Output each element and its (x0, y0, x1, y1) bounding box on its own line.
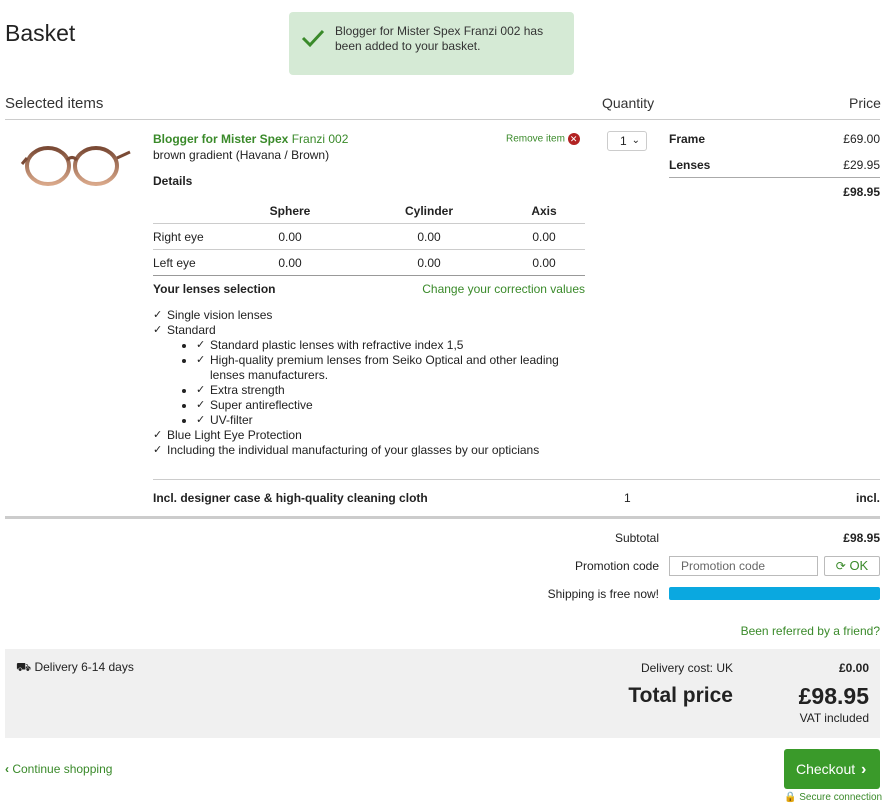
standard-item: Extra strength (196, 383, 583, 398)
left-eye-label: Left eye (153, 256, 196, 270)
feature-standard: Standard Standard plastic lenses with re… (153, 323, 583, 428)
product-model[interactable]: Franzi 002 (292, 132, 349, 146)
extras-label: Incl. designer case & high-quality clean… (153, 491, 428, 505)
quantity-select[interactable]: 1 ⌄ (607, 131, 647, 151)
lock-icon: 🔒 (784, 792, 797, 803)
lenses-selection-heading: Your lenses selection (153, 282, 276, 296)
lens-features-list: Single vision lenses Standard Standard p… (153, 308, 583, 458)
referred-friend-link[interactable]: Been referred by a friend? (700, 624, 880, 638)
feature-manufacturing: Including the individual manufacturing o… (153, 443, 583, 458)
vat-note: VAT included (799, 711, 869, 725)
cylinder-column-header: Cylinder (404, 204, 453, 218)
feature-standard-label: Standard (167, 323, 216, 337)
chevron-down-icon: ⌄ (631, 135, 640, 146)
promo-ok-button[interactable]: ⟳ OK (824, 556, 880, 576)
truck-icon: ⛟ (16, 660, 32, 674)
left-eye-cylinder: 0.00 (417, 256, 441, 270)
continue-shopping-label: Continue shopping (12, 762, 113, 776)
quantity-heading: Quantity (602, 95, 655, 111)
promo-label: Promotion code (574, 559, 659, 573)
frame-label: Frame (669, 132, 706, 146)
refresh-icon: ⟳ (835, 559, 846, 573)
subtotal-label: Subtotal (614, 531, 659, 545)
shipping-label: Shipping is free now! (547, 587, 659, 601)
chevron-left-icon: ‹ (5, 762, 9, 776)
continue-shopping-link[interactable]: ‹ Continue shopping (5, 762, 112, 776)
checkout-label: Checkout (796, 761, 856, 777)
divider (5, 119, 880, 120)
sphere-column-header: Sphere (269, 204, 311, 218)
change-correction-link[interactable]: Change your correction values (380, 282, 585, 296)
table-divider (153, 249, 585, 250)
page-title: Basket (5, 20, 76, 46)
section-divider (5, 516, 880, 519)
right-eye-cylinder: 0.00 (417, 230, 441, 244)
checkmark-icon (301, 29, 325, 48)
total-price-value: £98.95 (798, 683, 869, 709)
details-heading: Details (153, 174, 193, 188)
product-image[interactable] (20, 140, 132, 194)
right-eye-axis: 0.00 (532, 230, 556, 244)
extras-quantity: 1 (624, 491, 631, 505)
added-to-basket-notification: Blogger for Mister Spex Franzi 002 has b… (289, 12, 574, 75)
checkout-button[interactable]: Checkout › (784, 749, 880, 789)
promo-ok-label: OK (849, 558, 869, 573)
shipping-progress-bar (669, 587, 880, 600)
axis-column-header: Axis (531, 204, 557, 218)
price-divider (669, 177, 880, 178)
price-heading: Price (849, 95, 881, 111)
left-eye-sphere: 0.00 (278, 256, 302, 270)
delivery-cost-value: £0.00 (838, 661, 869, 675)
secure-connection-label: Secure connection (799, 792, 883, 803)
feature-single-vision: Single vision lenses (153, 308, 583, 323)
standard-item: High-quality premium lenses from Seiko O… (196, 353, 583, 383)
total-price-label: Total price (628, 684, 733, 707)
lenses-label: Lenses (669, 158, 711, 172)
delivery-cost-label: Delivery cost: UK (640, 661, 733, 675)
standard-item: Super antireflective (196, 398, 583, 413)
product-color: brown gradient (Havana / Brown) (153, 148, 330, 162)
left-eye-axis: 0.00 (532, 256, 556, 270)
selected-items-heading: Selected items (5, 95, 104, 112)
promo-code-input[interactable] (669, 556, 818, 576)
frame-price: £69.00 (843, 132, 880, 146)
table-divider (153, 223, 585, 224)
order-summary (5, 649, 880, 738)
secure-connection: 🔒 Secure connection (784, 792, 882, 803)
notification-message: Blogger for Mister Spex Franzi 002 has b… (335, 24, 544, 53)
delivery-label: Delivery 6-14 days (34, 660, 134, 674)
lenses-price: £29.95 (843, 158, 880, 172)
delivery-info: ⛟ Delivery 6-14 days (16, 660, 134, 676)
standard-item: Standard plastic lenses with refractive … (196, 338, 583, 353)
remove-icon: ✕ (567, 133, 580, 145)
right-eye-label: Right eye (153, 230, 204, 244)
divider (153, 479, 880, 480)
subtotal-value: £98.95 (843, 531, 880, 545)
chevron-right-icon: › (861, 761, 867, 778)
feature-blue-light: Blue Light Eye Protection (153, 428, 583, 443)
quantity-value: 1 (620, 134, 627, 148)
right-eye-sphere: 0.00 (278, 230, 302, 244)
extras-price: incl. (855, 491, 880, 505)
remove-item-label: Remove item (506, 133, 565, 145)
product-name[interactable]: Blogger for Mister Spex Franzi 002 (153, 132, 348, 146)
item-total-price: £98.95 (843, 185, 880, 199)
remove-item-button[interactable]: Remove item ✕ (506, 133, 580, 145)
table-divider (153, 275, 585, 276)
product-brand[interactable]: Blogger for Mister Spex (153, 132, 288, 146)
standard-item: UV-filter (196, 413, 583, 428)
